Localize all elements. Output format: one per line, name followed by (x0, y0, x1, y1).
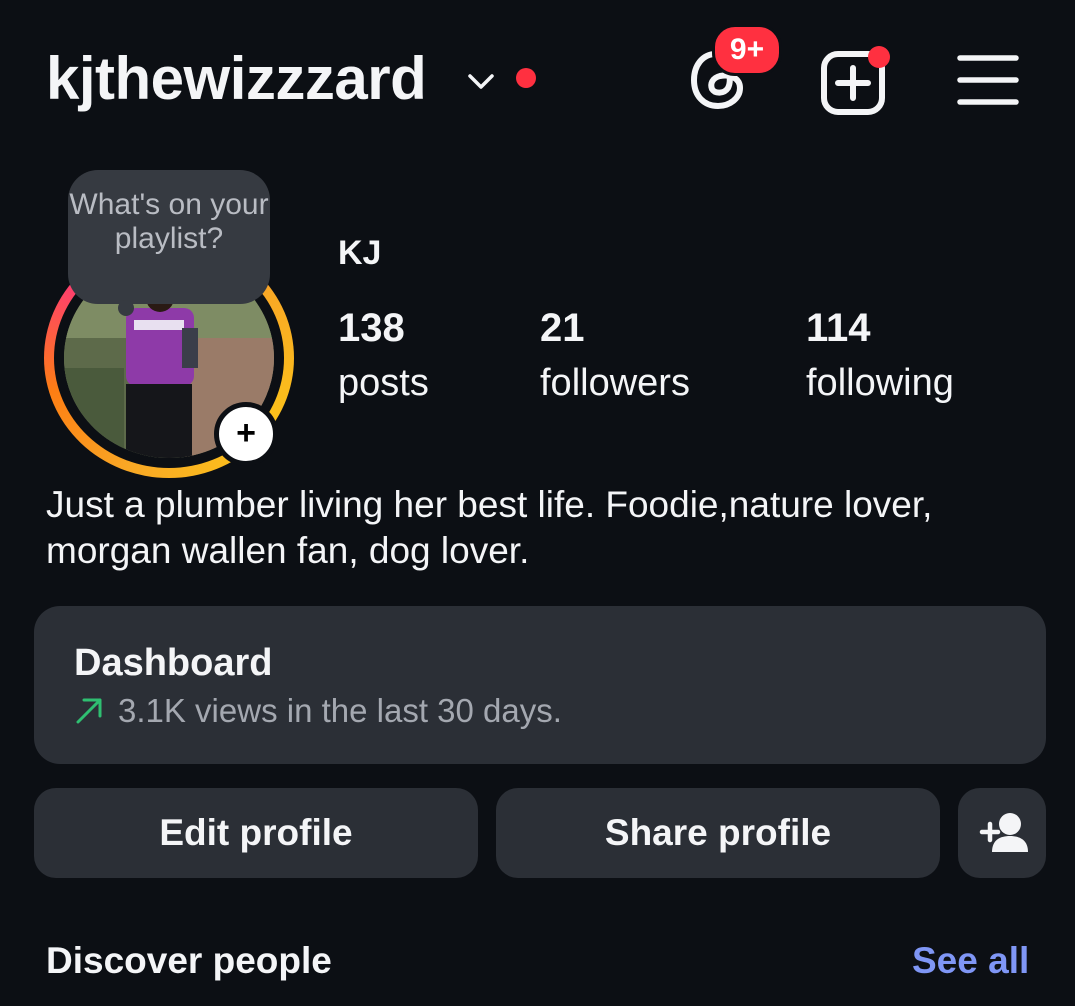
trend-up-icon (76, 698, 102, 724)
followers-label[interactable]: followers (540, 362, 690, 405)
note-bubble-tail (118, 300, 134, 316)
chevron-down-icon[interactable] (466, 66, 496, 96)
posts-label[interactable]: posts (338, 362, 429, 405)
profile-bio: Just a plumber living her best life. Foo… (46, 482, 1046, 574)
discover-people-toggle-button[interactable] (958, 788, 1046, 878)
discover-people-heading: Discover people (46, 940, 332, 981)
hamburger-menu-icon[interactable] (952, 44, 1024, 116)
following-label[interactable]: following (806, 362, 954, 405)
edit-profile-button[interactable]: Edit profile (34, 788, 478, 878)
bio-line-1: Just a plumber living her best life. Foo… (46, 484, 933, 525)
dashboard-title: Dashboard (74, 642, 273, 684)
add-story-plus-icon[interactable]: + (214, 402, 278, 466)
bio-line-2: morgan wallen fan, dog lover. (46, 530, 530, 571)
add-person-icon (979, 813, 1028, 852)
following-count[interactable]: 114 (806, 306, 871, 351)
posts-count[interactable]: 138 (338, 306, 405, 351)
dashboard-subtitle: 3.1K views in the last 30 days. (118, 692, 562, 729)
followers-count[interactable]: 21 (540, 306, 585, 351)
threads-notification-badge: 9+ (712, 24, 782, 76)
create-notification-dot (868, 46, 890, 68)
dashboard-card[interactable] (34, 606, 1046, 764)
account-notification-dot (516, 68, 536, 88)
see-all-link[interactable]: See all (912, 940, 1029, 982)
account-username[interactable]: kjthewizzzard (46, 44, 427, 114)
share-profile-button[interactable]: Share profile (496, 788, 940, 878)
profile-note-bubble[interactable]: What's on your playlist? (68, 170, 270, 304)
display-name: KJ (338, 234, 382, 272)
